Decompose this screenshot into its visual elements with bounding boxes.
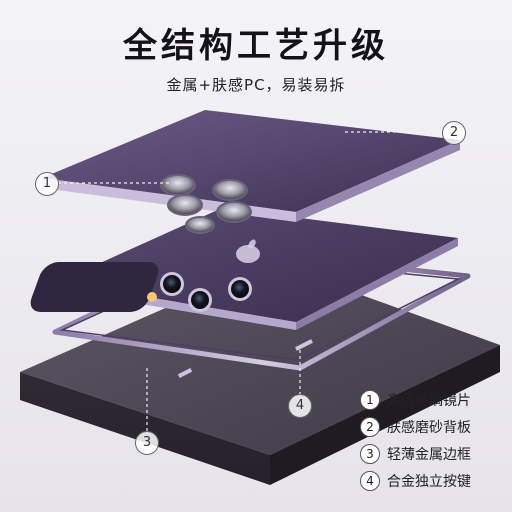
legend-item: 3 轻薄金属边框	[360, 442, 512, 466]
legend-label: 肤感磨砂背板	[387, 420, 471, 436]
legend-item: 2 肤感磨砂背板	[360, 415, 512, 439]
legend-number: 4	[360, 471, 380, 491]
callout-4: 4	[288, 394, 312, 418]
legend-item: 4 合金独立按键	[360, 469, 512, 493]
legend-number: 3	[360, 444, 380, 464]
callout-3: 3	[135, 431, 159, 455]
legend-label: 高清玻璃镜片	[387, 393, 471, 409]
feature-legend: 1 高清玻璃镜片 2 肤感磨砂背板 3 轻薄金属边框 4 合金独立按键	[360, 388, 512, 496]
legend-number: 1	[360, 390, 380, 410]
legend-number: 2	[360, 417, 380, 437]
back-plate	[42, 110, 460, 234]
callout-2: 2	[442, 121, 466, 145]
callout-1: 1	[35, 172, 59, 196]
legend-item: 1 高清玻璃镜片	[360, 388, 512, 412]
legend-label: 轻薄金属边框	[387, 447, 471, 463]
legend-label: 合金独立按键	[387, 474, 471, 490]
